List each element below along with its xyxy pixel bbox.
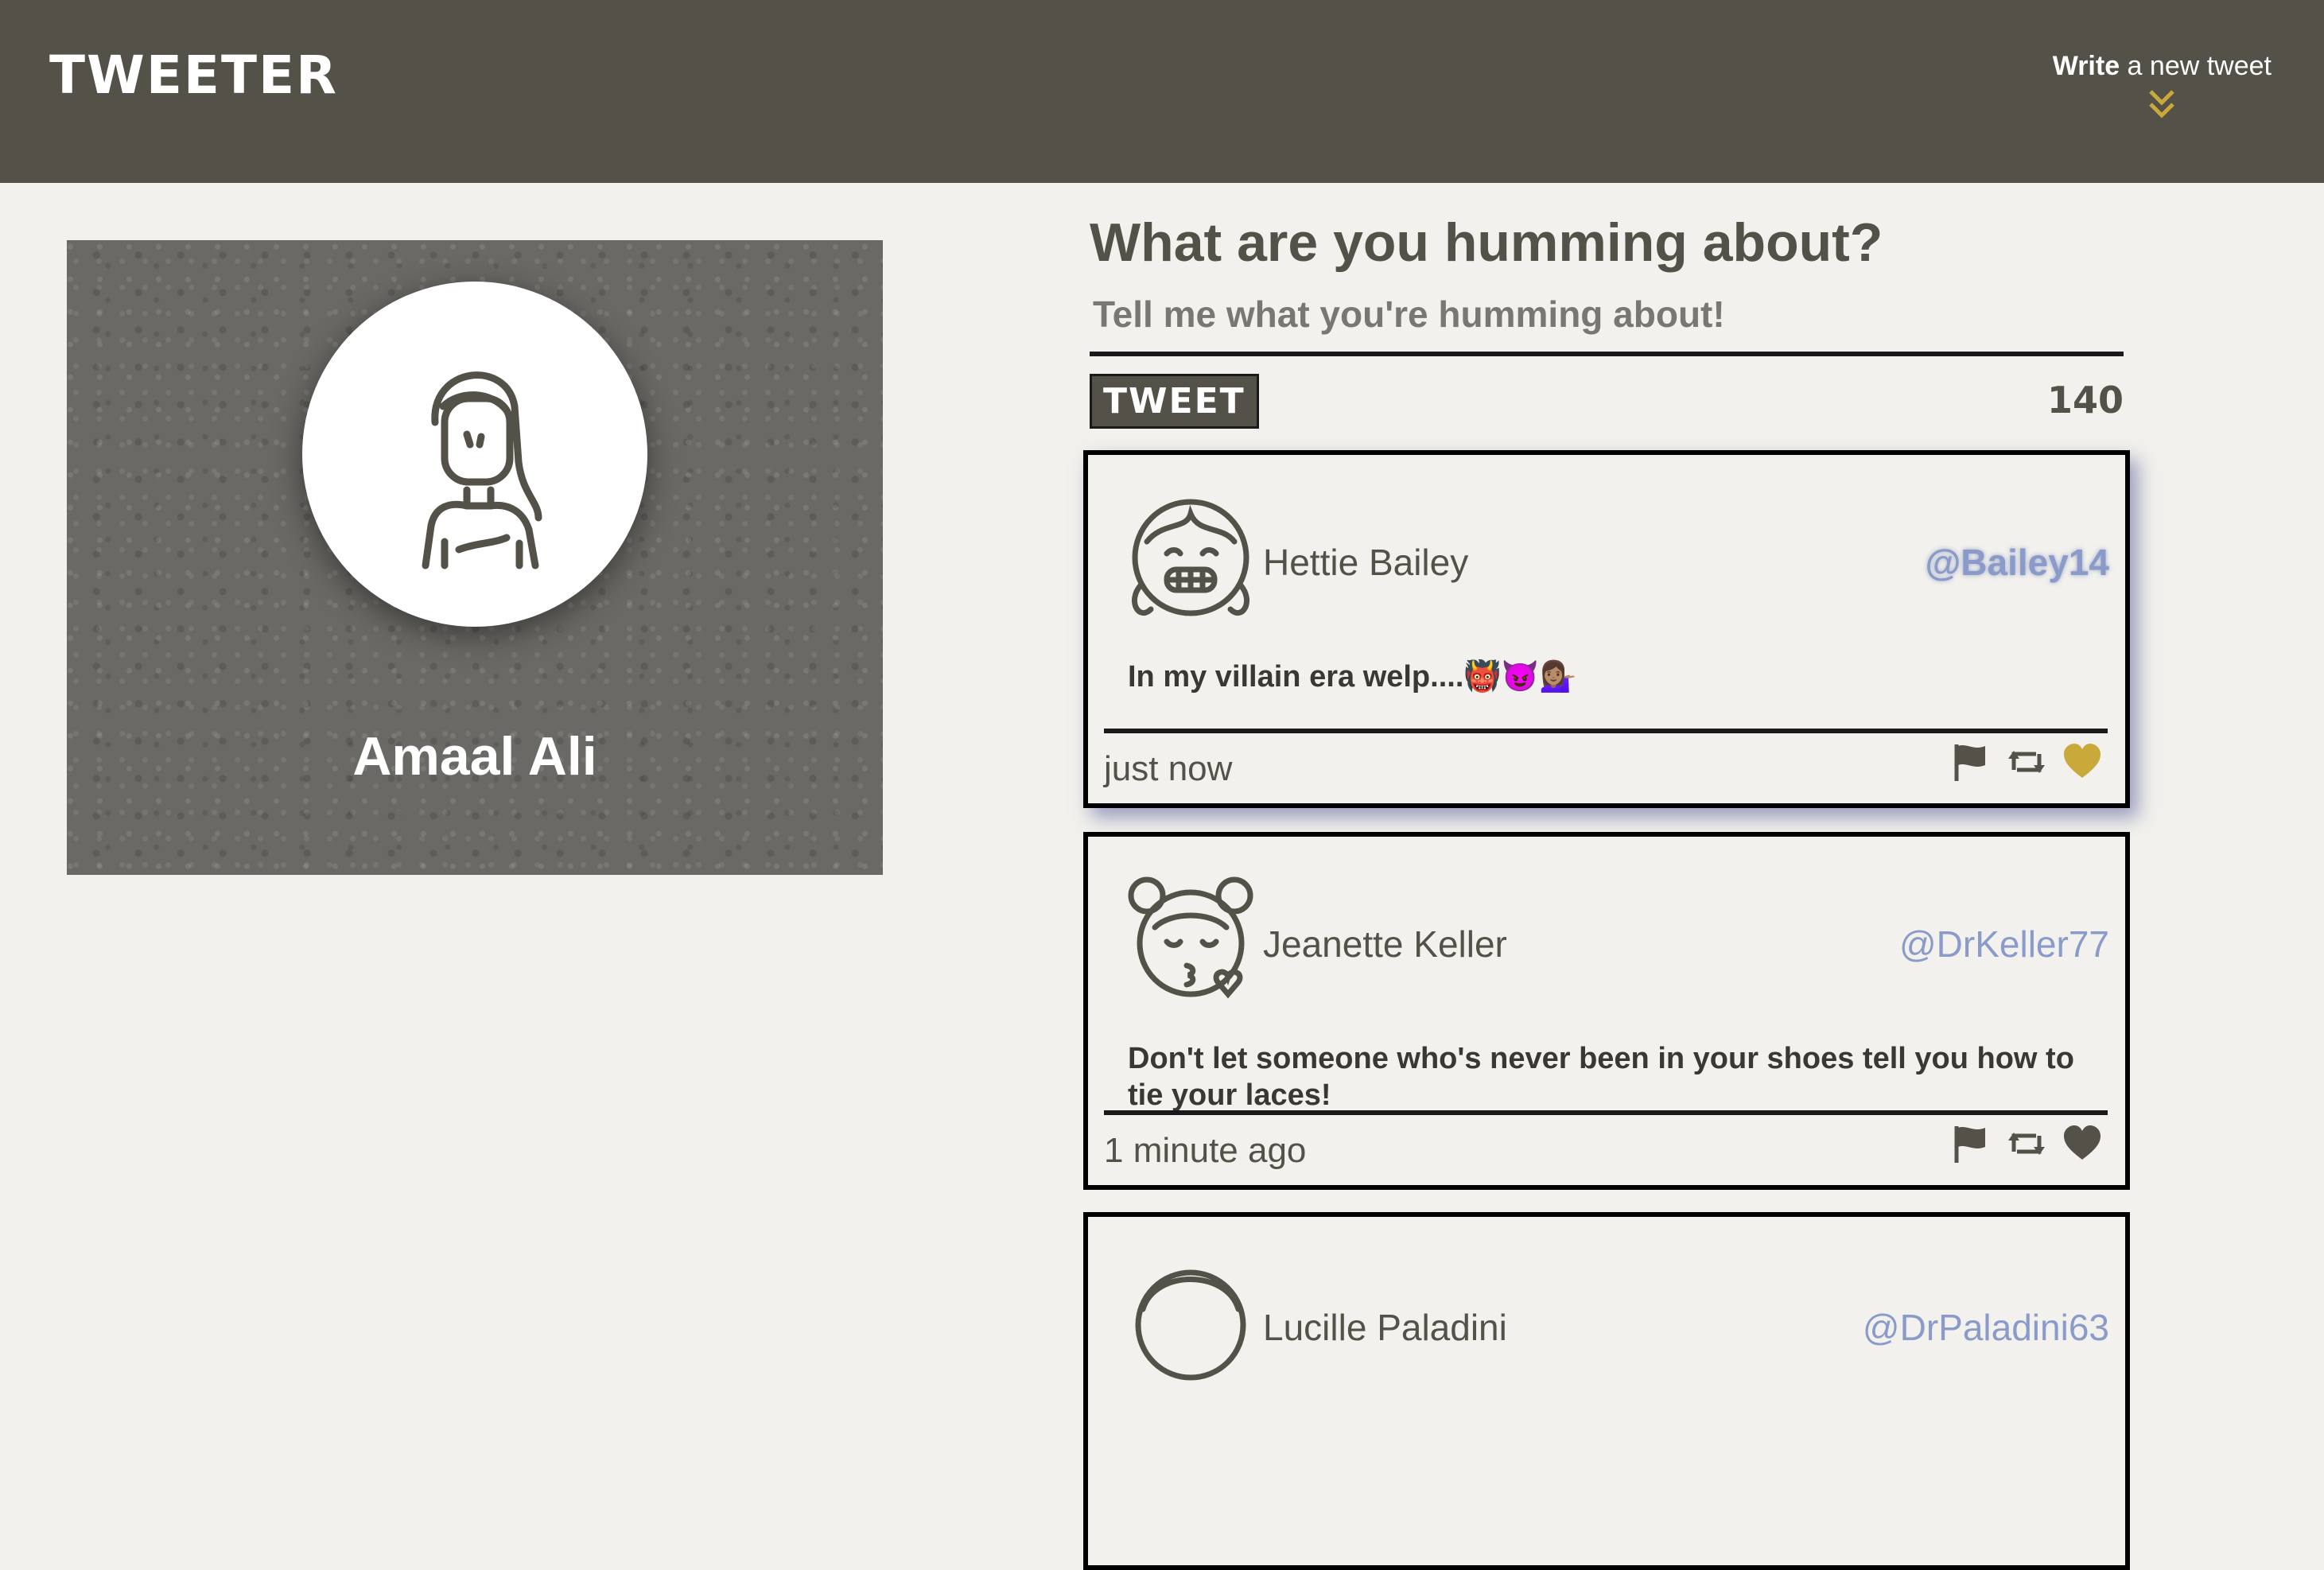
char-counter: 140 — [2046, 379, 2124, 422]
profile-avatar — [302, 282, 647, 627]
write-new-tweet-toggle[interactable]: Write a new tweet — [2053, 51, 2272, 122]
compose-heading: What are you humming about? — [1090, 212, 1883, 273]
tweet-author-name: Hettie Bailey — [1263, 542, 1469, 583]
flag-icon[interactable] — [1950, 1123, 1992, 1164]
tweet-author-handle[interactable]: @DrKeller77 — [1899, 923, 2109, 966]
write-label-bold: Write — [2052, 51, 2120, 81]
compose-controls: TWEET 140 — [1090, 374, 2124, 429]
top-nav: TWEETER Write a new tweet — [0, 0, 2324, 183]
tweet-divider — [1104, 729, 2108, 733]
tweet-author-handle[interactable]: @Bailey14 — [1925, 541, 2109, 584]
tweet-actions — [1950, 741, 2103, 783]
tweet-card: Lucille Paladini @DrPaladini63 — [1083, 1212, 2130, 1570]
heart-icon[interactable] — [2062, 741, 2103, 783]
user-avatar-icon — [422, 371, 542, 569]
retweet-icon[interactable] — [2006, 1123, 2047, 1164]
tweet-author-name: Lucille Paladini — [1263, 1307, 1507, 1348]
tweet-card: Jeanette Keller @DrKeller77 Don't let so… — [1083, 832, 2130, 1190]
tweet-content: In my villain era welp....👹😈💁🏽‍♀️ — [1128, 660, 1577, 694]
tweet-card: Hettie Bailey @Bailey14 In my villain er… — [1083, 450, 2130, 808]
tweet-timestamp: 1 minute ago — [1104, 1131, 1307, 1170]
tweet-author-name: Jeanette Keller — [1263, 923, 1507, 965]
tweet-button[interactable]: TWEET — [1090, 374, 1259, 429]
tweet-content: Don't let someone who's never been in yo… — [1128, 1042, 2074, 1112]
person-avatar-icon — [1135, 1269, 1246, 1381]
compose-section: What are you humming about? TWEET 140 — [1090, 212, 2124, 429]
tweet-actions — [1950, 1123, 2103, 1164]
tweet-timestamp: just now — [1104, 749, 1233, 788]
profile-name: Amaal Ali — [352, 726, 597, 787]
double-chevron-down-icon[interactable] — [2144, 87, 2179, 122]
tweet-author-handle[interactable]: @DrPaladini63 — [1863, 1306, 2109, 1349]
girl-kiss-avatar-icon — [1128, 876, 1253, 999]
girl-grinning-avatar-icon — [1131, 499, 1250, 616]
write-label-rest: a new tweet — [2120, 51, 2272, 81]
retweet-icon[interactable] — [2006, 741, 2047, 783]
brand-logo[interactable]: TWEETER — [49, 45, 338, 106]
profile-card: Amaal Ali — [67, 240, 883, 875]
flag-icon[interactable] — [1950, 741, 1992, 783]
tweet-divider — [1104, 1110, 2108, 1115]
heart-icon[interactable] — [2062, 1123, 2103, 1164]
tweet-input[interactable] — [1090, 293, 2124, 356]
